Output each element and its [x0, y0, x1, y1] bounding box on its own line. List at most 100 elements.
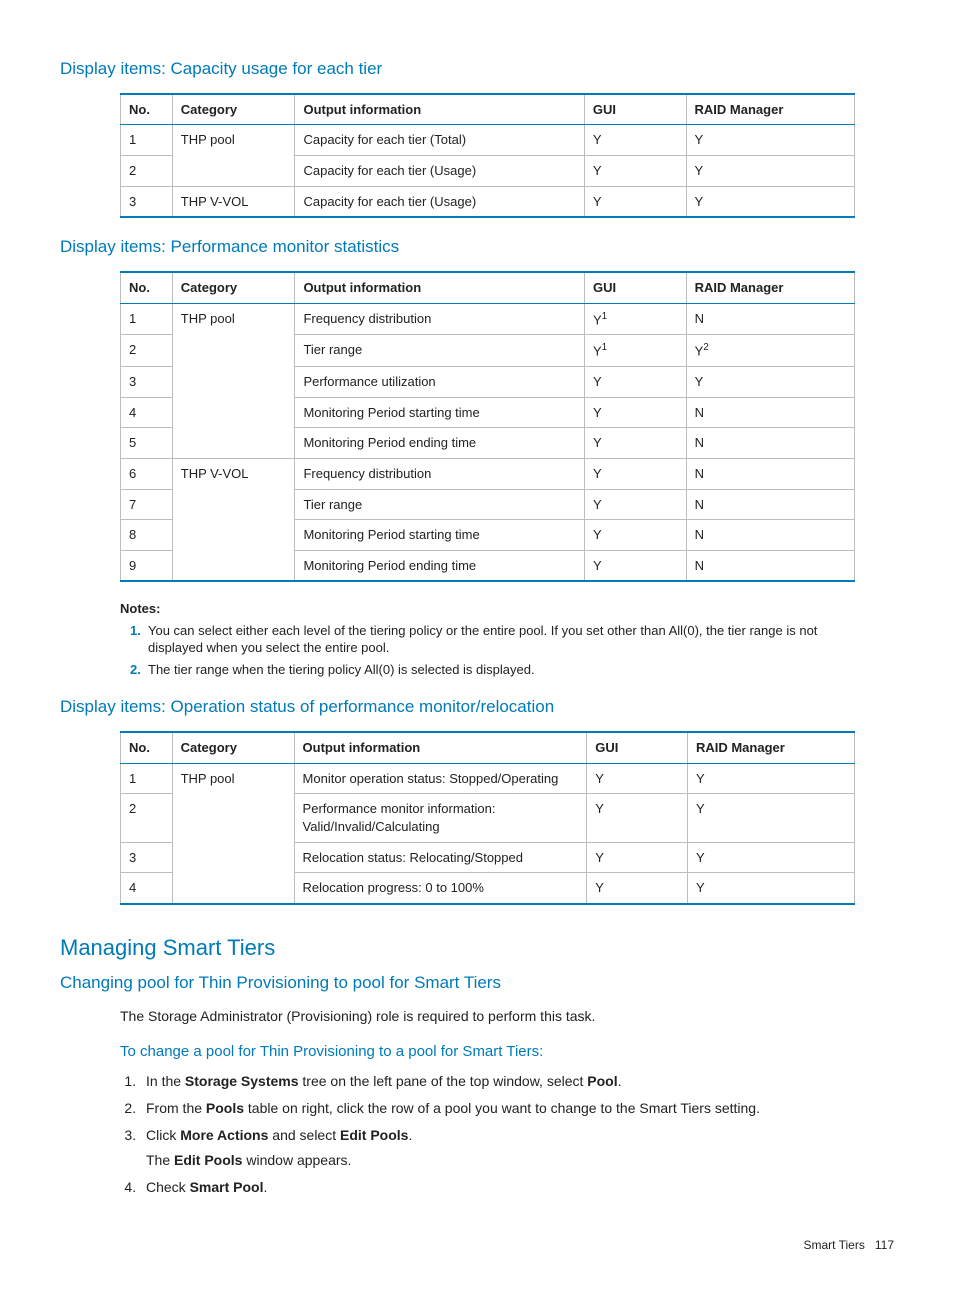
notes-title: Notes: [120, 600, 855, 618]
cell-cat [172, 367, 295, 398]
th-rm: RAID Manager [687, 732, 854, 763]
step-text: In the Storage Systems tree on the left … [146, 1073, 622, 1089]
cell-rm: Y [686, 367, 854, 398]
cell-rm: N [686, 303, 854, 335]
th-cat: Category [172, 732, 294, 763]
managing-subtitle: Changing pool for Thin Provisioning to p… [60, 972, 894, 995]
cell-no: 6 [121, 459, 173, 490]
cell-cat [172, 873, 294, 904]
cell-no: 2 [121, 156, 173, 187]
th-out: Output information [294, 732, 587, 763]
cell-cat [172, 397, 295, 428]
notes-block: Notes: 1. You can select either each lev… [120, 600, 855, 678]
table-row: 1 THP pool Capacity for each tier (Total… [121, 125, 855, 156]
step-item: From the Pools table on right, click the… [140, 1099, 894, 1118]
th-no: No. [121, 94, 173, 125]
th-out: Output information [295, 94, 584, 125]
th-cat: Category [172, 272, 295, 303]
table-operation-status: No. Category Output information GUI RAID… [120, 731, 855, 904]
table-row: 4 Monitoring Period starting time Y N [121, 397, 855, 428]
table-row: 3 Relocation status: Relocating/Stopped … [121, 842, 855, 873]
table-capacity: No. Category Output information GUI RAID… [120, 93, 855, 218]
cell-rm: N [686, 520, 854, 551]
cell-rm: Y [686, 125, 854, 156]
cell-gui: Y [584, 186, 686, 217]
cell-no: 4 [121, 873, 173, 904]
cell-out: Monitoring Period starting time [295, 520, 585, 551]
cell-cat: THP V-VOL [172, 459, 295, 490]
note-text: The tier range when the tiering policy A… [148, 661, 855, 679]
cell-no: 8 [121, 520, 173, 551]
cell-no: 5 [121, 428, 173, 459]
table-row: 2 Performance monitor information: Valid… [121, 794, 855, 842]
cell-rm: Y2 [686, 335, 854, 367]
table-row: 9 Monitoring Period ending time Y N [121, 550, 855, 581]
table-header-row: No. Category Output information GUI RAID… [121, 732, 855, 763]
table-row: 3 Performance utilization Y Y [121, 367, 855, 398]
footer-page: 117 [875, 1238, 894, 1252]
table3-wrap: No. Category Output information GUI RAID… [120, 731, 894, 904]
cell-gui: Y [584, 156, 686, 187]
cell-gui: Y1 [585, 335, 687, 367]
table-row: 8 Monitoring Period starting time Y N [121, 520, 855, 551]
table-row: 5 Monitoring Period ending time Y N [121, 428, 855, 459]
cell-rm: N [686, 489, 854, 520]
table-row: 6 THP V-VOL Frequency distribution Y N [121, 459, 855, 490]
cell-rm: Y [687, 794, 854, 842]
table-row: 1 THP pool Frequency distribution Y1 N [121, 303, 855, 335]
cell-rm: N [686, 397, 854, 428]
cell-out: Frequency distribution [295, 459, 585, 490]
cell-gui: Y1 [585, 303, 687, 335]
cell-out: Performance monitor information: Valid/I… [294, 794, 587, 842]
table-row: 1 THP pool Monitor operation status: Sto… [121, 763, 855, 794]
table-row: 4 Relocation progress: 0 to 100% Y Y [121, 873, 855, 904]
table-performance: No. Category Output information GUI RAID… [120, 271, 855, 582]
cell-cat: THP V-VOL [172, 186, 295, 217]
table1-wrap: No. Category Output information GUI RAID… [120, 93, 894, 218]
th-no: No. [121, 272, 173, 303]
section3-title: Display items: Operation status of perfo… [60, 696, 894, 719]
cell-no: 1 [121, 125, 173, 156]
cell-gui: Y [587, 763, 688, 794]
cell-gui: Y [585, 520, 687, 551]
cell-out: Monitoring Period ending time [295, 428, 585, 459]
th-gui: GUI [587, 732, 688, 763]
table-row: 7 Tier range Y N [121, 489, 855, 520]
cell-out: Capacity for each tier (Usage) [295, 186, 584, 217]
cell-no: 3 [121, 842, 173, 873]
cell-out: Relocation progress: 0 to 100% [294, 873, 587, 904]
cell-no: 3 [121, 367, 173, 398]
step-item: Click More Actions and select Edit Pools… [140, 1126, 894, 1170]
th-gui: GUI [584, 94, 686, 125]
cell-rm: Y [687, 763, 854, 794]
cell-rm: Y [687, 873, 854, 904]
step-item: Check Smart Pool. [140, 1178, 894, 1197]
step-followup: The Edit Pools window appears. [146, 1151, 894, 1170]
cell-cat [172, 489, 295, 520]
cell-gui: Y [585, 428, 687, 459]
table-header-row: No. Category Output information GUI RAID… [121, 94, 855, 125]
cell-no: 1 [121, 303, 173, 335]
procedure-steps: In the Storage Systems tree on the left … [140, 1072, 894, 1196]
cell-rm: N [686, 459, 854, 490]
cell-no: 2 [121, 794, 173, 842]
cell-gui: Y [585, 459, 687, 490]
step-text: Click More Actions and select Edit Pools… [146, 1127, 412, 1143]
step-text: Check Smart Pool. [146, 1179, 267, 1195]
cell-out: Monitoring Period starting time [295, 397, 585, 428]
cell-cat: THP pool [172, 125, 295, 156]
note-item: 2. The tier range when the tiering polic… [120, 661, 855, 679]
table-row: 2 Tier range Y1 Y2 [121, 335, 855, 367]
th-cat: Category [172, 94, 295, 125]
cell-cat [172, 520, 295, 551]
cell-rm: Y [687, 842, 854, 873]
footer-section: Smart Tiers [804, 1238, 865, 1252]
cell-gui: Y [585, 397, 687, 428]
cell-gui: Y [585, 367, 687, 398]
cell-out: Capacity for each tier (Total) [295, 125, 584, 156]
page-footer: Smart Tiers 117 [60, 1237, 894, 1253]
cell-no: 9 [121, 550, 173, 581]
note-text: You can select either each level of the … [148, 622, 855, 657]
cell-rm: Y [686, 186, 854, 217]
cell-out: Monitoring Period ending time [295, 550, 585, 581]
